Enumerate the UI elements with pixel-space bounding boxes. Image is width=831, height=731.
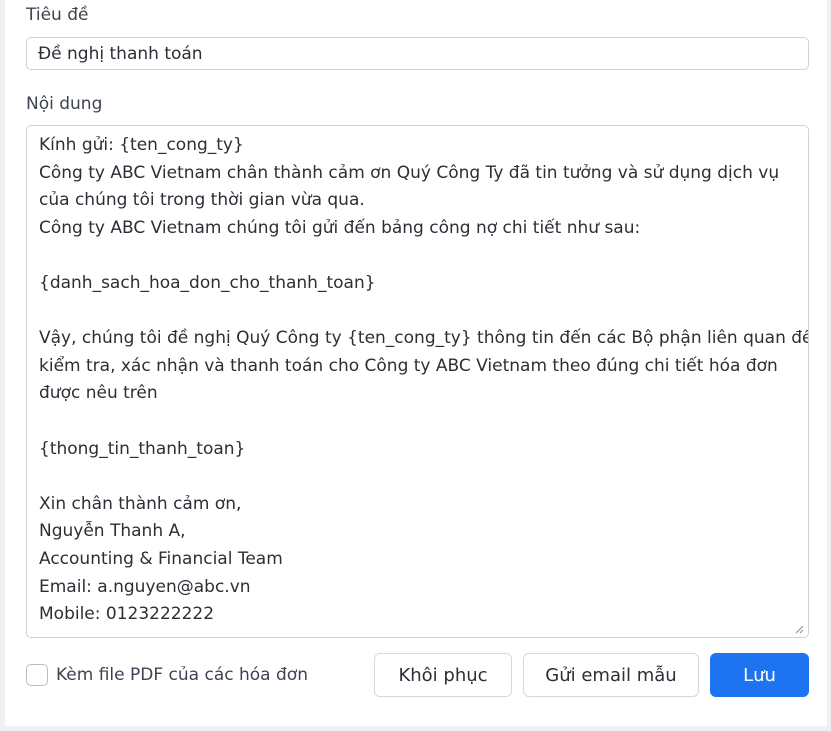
content-line: kiểm tra, xác nhận và thanh toán cho Côn… (39, 355, 778, 376)
attach-pdf-label: Kèm file PDF của các hóa đơn (56, 665, 308, 685)
title-label: Tiêu đề (26, 5, 89, 25)
content-line: Công ty ABC Vietnam chúng tôi gửi đến bả… (39, 217, 641, 238)
content-line: {thong_tin_thanh_toan} (39, 438, 246, 459)
attach-pdf-checkbox[interactable] (26, 664, 48, 686)
content-line: Kính gửi: {ten_cong_ty} (39, 135, 244, 155)
content-line (39, 242, 796, 270)
content-line: Nguyễn Thanh A, (39, 521, 186, 542)
content-line (39, 463, 796, 491)
content-line: Vậy, chúng tôi đề nghị Quý Công ty {ten_… (39, 328, 809, 349)
content-line: Email: a.nguyen@abc.vn (39, 576, 251, 597)
content-line: Accounting & Financial Team (39, 548, 283, 569)
content-line: Mobile: 0123222222 (39, 604, 215, 625)
content-line: được nêu trên (39, 383, 158, 404)
content-label: Nội dung (26, 94, 103, 114)
content-line (39, 408, 796, 436)
save-button[interactable]: Lưu (710, 653, 809, 697)
title-input[interactable] (26, 37, 809, 70)
content-line: của chúng tôi trong thời gian vừa qua. (39, 190, 365, 211)
attach-pdf-option[interactable]: Kèm file PDF của các hóa đơn (26, 661, 308, 689)
content-textarea[interactable]: Kính gửi: {ten_cong_ty} Công ty ABC Viet… (26, 125, 809, 638)
content-line: Xin chân thành cảm ơn, (39, 493, 242, 514)
restore-button[interactable]: Khôi phục (374, 653, 512, 697)
send-sample-email-button[interactable]: Gửi email mẫu (523, 653, 699, 697)
content-line (39, 298, 796, 326)
resize-handle-icon[interactable] (795, 625, 804, 634)
content-line: {danh_sach_hoa_don_cho_thanh_toan} (39, 272, 376, 293)
content-line: Công ty ABC Vietnam chân thành cảm ơn Qu… (39, 162, 780, 183)
